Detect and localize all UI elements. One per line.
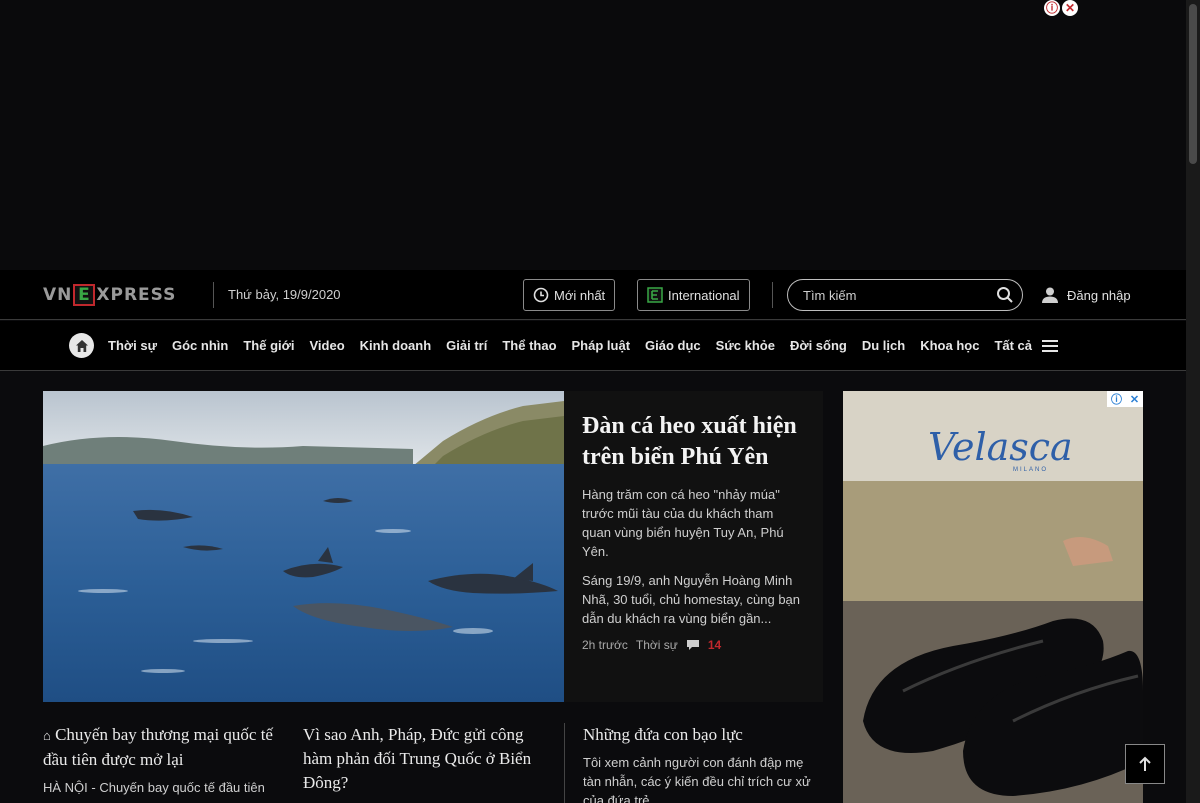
ad-close-icon[interactable]: ✕ bbox=[1130, 393, 1139, 406]
login-link[interactable]: Đăng nhập bbox=[1041, 286, 1131, 304]
logo-text-xpress: XPRESS bbox=[96, 285, 177, 305]
nav-item-kinh-doanh[interactable]: Kinh doanh bbox=[360, 338, 432, 353]
nav-item-khoa-hoc[interactable]: Khoa học bbox=[920, 338, 979, 353]
lock-icon: ⌂ bbox=[43, 728, 51, 743]
card-description: HÀ NỘI - Chuyến bay quốc tế đầu tiên bbox=[43, 780, 265, 795]
nav-item-video[interactable]: Video bbox=[309, 338, 344, 353]
latest-news-button[interactable]: Mới nhất bbox=[523, 279, 616, 311]
ad-brand-sub: MILANO bbox=[1013, 467, 1049, 473]
card-title-text: Chuyến bay thương mại quốc tế đầu tiên đ… bbox=[43, 725, 273, 769]
current-date: Thứ bảy, 19/9/2020 bbox=[228, 287, 341, 302]
user-icon bbox=[1042, 287, 1058, 303]
nav-item-the-thao[interactable]: Thể thao bbox=[502, 338, 556, 353]
news-card[interactable]: Những đứa con bạo lực Tôi xem cảnh người… bbox=[583, 723, 823, 803]
search-input[interactable] bbox=[803, 287, 996, 303]
nav-item-doi-song[interactable]: Đời sống bbox=[790, 338, 847, 353]
search-icon[interactable] bbox=[996, 286, 1014, 304]
card-title[interactable]: Vì sao Anh, Pháp, Đức gửi công hàm phản … bbox=[303, 723, 548, 795]
search-box[interactable] bbox=[787, 279, 1023, 311]
nav-item-phap-luat[interactable]: Pháp luật bbox=[572, 338, 631, 353]
international-e-icon bbox=[647, 287, 663, 303]
scrollbar-thumb[interactable] bbox=[1189, 4, 1197, 164]
arrow-up-icon bbox=[1139, 756, 1151, 771]
nav-item-goc-nhin[interactable]: Góc nhìn bbox=[172, 338, 228, 353]
ad-info-icon[interactable]: ⓘ bbox=[1111, 391, 1122, 407]
site-logo[interactable]: VN E XPRESS bbox=[43, 284, 176, 306]
hero-image-dolphins[interactable] bbox=[43, 391, 564, 702]
menu-icon[interactable] bbox=[1041, 339, 1059, 353]
hero-time: 2h trước bbox=[582, 638, 628, 652]
nav-item-thoi-su[interactable]: Thời sự bbox=[108, 338, 157, 353]
header-divider bbox=[213, 282, 214, 308]
card-title[interactable]: ⌂ Chuyến bay thương mại quốc tế đầu tiên… bbox=[43, 723, 283, 772]
ad-choices[interactable]: ⓘ ✕ bbox=[1044, 0, 1086, 16]
hero-title[interactable]: Đàn cá heo xuất hiện trên biển Phú Yên bbox=[582, 411, 805, 473]
news-card[interactable]: Vì sao Anh, Pháp, Đức gửi công hàm phản … bbox=[303, 723, 548, 795]
side-ad-choices[interactable]: ⓘ ✕ bbox=[1107, 391, 1143, 407]
page-scrollbar[interactable] bbox=[1186, 0, 1200, 803]
ad-info-icon[interactable]: ⓘ bbox=[1044, 0, 1060, 16]
nav-item-tat-ca[interactable]: Tất cả bbox=[994, 338, 1032, 353]
hero-excerpt: Sáng 19/9, anh Nguyễn Hoàng Minh Nhã, 30… bbox=[582, 573, 801, 626]
international-button[interactable]: International bbox=[637, 279, 750, 311]
latest-news-label: Mới nhất bbox=[554, 287, 606, 303]
comment-icon[interactable] bbox=[686, 639, 700, 651]
home-button[interactable] bbox=[69, 333, 94, 358]
home-icon bbox=[75, 339, 88, 352]
nav-item-giai-tri[interactable]: Giải trí bbox=[446, 338, 487, 353]
nav-item-giao-duc[interactable]: Giáo dục bbox=[645, 338, 701, 353]
site-header: VN E XPRESS Thứ bảy, 19/9/2020 Mới nhất … bbox=[0, 270, 1186, 320]
logo-e-mark: E bbox=[73, 284, 96, 306]
logo-text-vn: VN bbox=[43, 285, 73, 305]
hero-category[interactable]: Thời sự bbox=[636, 638, 678, 652]
hero-meta: 2h trước Thời sự 14 bbox=[582, 638, 805, 652]
login-label: Đăng nhập bbox=[1067, 287, 1131, 303]
back-to-top-button[interactable] bbox=[1125, 744, 1165, 784]
hero-comment-count[interactable]: 14 bbox=[708, 638, 721, 652]
news-card[interactable]: ⌂ Chuyến bay thương mại quốc tế đầu tiên… bbox=[43, 723, 283, 797]
hero-description: Hàng trăm con cá heo "nhảy múa" trước mũ… bbox=[582, 487, 784, 559]
hero-article-panel: Đàn cá heo xuất hiện trên biển Phú Yên H… bbox=[564, 391, 823, 702]
nav-item-the-gioi[interactable]: Thế giới bbox=[243, 338, 294, 353]
top-ad-banner[interactable]: ⓘ ✕ bbox=[0, 0, 1186, 270]
dolphins-photo bbox=[43, 391, 564, 702]
category-nav: Thời sự Góc nhìn Thế giới Video Kinh doa… bbox=[0, 321, 1186, 371]
clock-icon bbox=[533, 287, 549, 303]
nav-item-suc-khoe[interactable]: Sức khỏe bbox=[716, 338, 775, 353]
header-divider bbox=[772, 282, 773, 308]
ad-close-icon[interactable]: ✕ bbox=[1062, 0, 1078, 16]
side-ad-velasca[interactable]: Velasca MILANO ⓘ ✕ bbox=[843, 391, 1143, 803]
card-description: Tôi xem cảnh người con đánh đập mẹ tàn n… bbox=[583, 755, 811, 803]
card-title[interactable]: Những đứa con bạo lực bbox=[583, 723, 823, 747]
international-label: International bbox=[668, 287, 740, 303]
ad-brand-name: Velasca bbox=[928, 425, 1073, 469]
column-divider bbox=[564, 723, 565, 803]
nav-item-du-lich[interactable]: Du lịch bbox=[862, 338, 905, 353]
